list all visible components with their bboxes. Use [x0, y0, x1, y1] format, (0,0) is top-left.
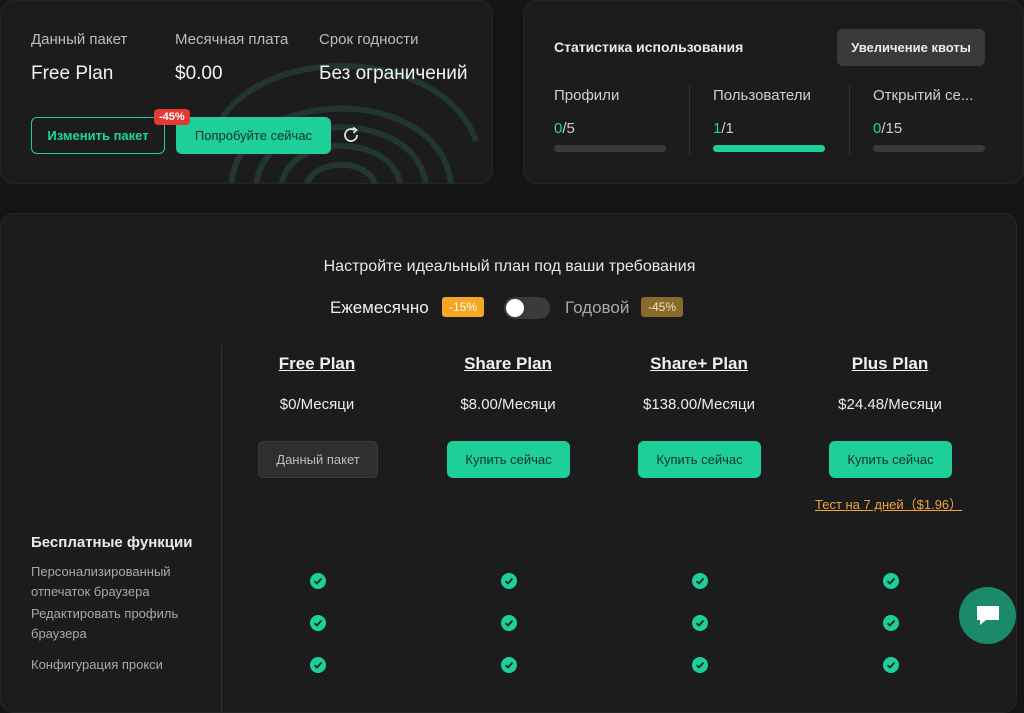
check-icon: [692, 573, 708, 589]
plan-name[interactable]: Share+ Plan: [604, 354, 794, 374]
chat-button[interactable]: [959, 587, 1016, 644]
monthly-fee-value: $0.00: [175, 63, 223, 84]
feature-label: Редактировать профиль браузера: [31, 606, 179, 641]
stat-count: 0/15: [873, 120, 903, 137]
pricing-card: Настройте идеальный план под ваши требов…: [0, 213, 1017, 713]
check-icon: [501, 657, 517, 673]
check-icon: [692, 657, 708, 673]
package-label: Данный пакет: [31, 31, 128, 48]
current-package-button: Данный пакет: [258, 441, 378, 478]
chat-icon: [976, 605, 999, 625]
increase-quota-button[interactable]: Увеличение квоты: [837, 29, 985, 66]
discount-badge: -45%: [154, 109, 190, 125]
validity-label: Срок годности: [319, 31, 419, 48]
plan-name[interactable]: Plus Plan: [795, 354, 985, 374]
free-features-title: Бесплатные функции: [31, 534, 193, 551]
plan-name[interactable]: Share Plan: [413, 354, 603, 374]
stat-name: Профили: [554, 87, 620, 104]
refresh-icon[interactable]: [341, 125, 361, 145]
buy-share-plus-button[interactable]: Купить сейчас: [638, 441, 761, 478]
stat-name: Открытий се...: [873, 87, 974, 104]
stat-name: Пользователи: [713, 87, 811, 104]
feature-label: Конфигурация прокси: [31, 657, 163, 672]
progress-bar: [873, 145, 985, 152]
try-now-button[interactable]: Попробуйте сейчас: [176, 117, 331, 154]
monthly-fee-label: Месячная плата: [175, 31, 289, 48]
stat-users: Пользователи 1/1: [713, 87, 825, 152]
check-icon: [883, 573, 899, 589]
stat-count: 0/5: [554, 120, 575, 137]
validity-value: Без ограничений: [319, 63, 468, 84]
plan-plus: Plus Plan $24.48/Месяци: [795, 354, 985, 413]
check-icon: [692, 615, 708, 631]
divider: [849, 85, 850, 155]
plan-share: Share Plan $8.00/Месяци: [413, 354, 603, 413]
check-icon: [501, 573, 517, 589]
plan-price: $138.00/Месяци: [643, 396, 755, 413]
billing-toggle-row: Ежемесячно -15% Годовой -45%: [1, 296, 1016, 320]
trial-link[interactable]: Тест на 7 дней（$1.96）: [815, 494, 962, 513]
plan-share-plus: Share+ Plan $138.00/Месяци: [604, 354, 794, 413]
check-icon: [883, 615, 899, 631]
progress-fill: [713, 145, 825, 152]
divider: [689, 85, 690, 155]
package-value: Free Plan: [31, 63, 114, 84]
progress-bar: [554, 145, 666, 152]
stat-count: 1/1: [713, 120, 734, 137]
check-icon: [310, 615, 326, 631]
billing-toggle[interactable]: [504, 297, 550, 319]
progress-bar: [713, 145, 825, 152]
plan-price: $8.00/Месяци: [460, 396, 556, 413]
check-icon: [883, 657, 899, 673]
usage-stats-card: Статистика использования Увеличение квот…: [523, 0, 1024, 184]
plan-name[interactable]: Free Plan: [222, 354, 412, 374]
monthly-label[interactable]: Ежемесячно: [330, 298, 429, 318]
stat-profiles: Профили 0/5: [554, 87, 666, 152]
pricing-headline: Настройте идеальный план под ваши требов…: [323, 258, 696, 275]
buy-share-button[interactable]: Купить сейчас: [447, 441, 570, 478]
plan-price: $0/Месяци: [279, 396, 355, 413]
current-plan-card: Данный пакет Free Plan Месячная плата $0…: [0, 0, 493, 184]
feature-label: Персонализированный отпечаток браузера: [31, 564, 171, 599]
buy-plus-button[interactable]: Купить сейчас: [829, 441, 952, 478]
change-package-button[interactable]: Изменить пакет: [31, 117, 165, 154]
monthly-discount-badge: -15%: [442, 297, 485, 317]
yearly-discount-badge: -45%: [641, 297, 684, 317]
yearly-label[interactable]: Годовой: [565, 298, 629, 318]
plan-free: Free Plan $0/Месяци: [222, 354, 412, 413]
stat-sessions: Открытий се... 0/15: [873, 87, 985, 152]
check-icon: [310, 657, 326, 673]
plan-price: $24.48/Месяци: [838, 396, 942, 413]
check-icon: [310, 573, 326, 589]
check-icon: [501, 615, 517, 631]
stats-title: Статистика использования: [554, 39, 744, 55]
toggle-knob: [506, 299, 524, 317]
